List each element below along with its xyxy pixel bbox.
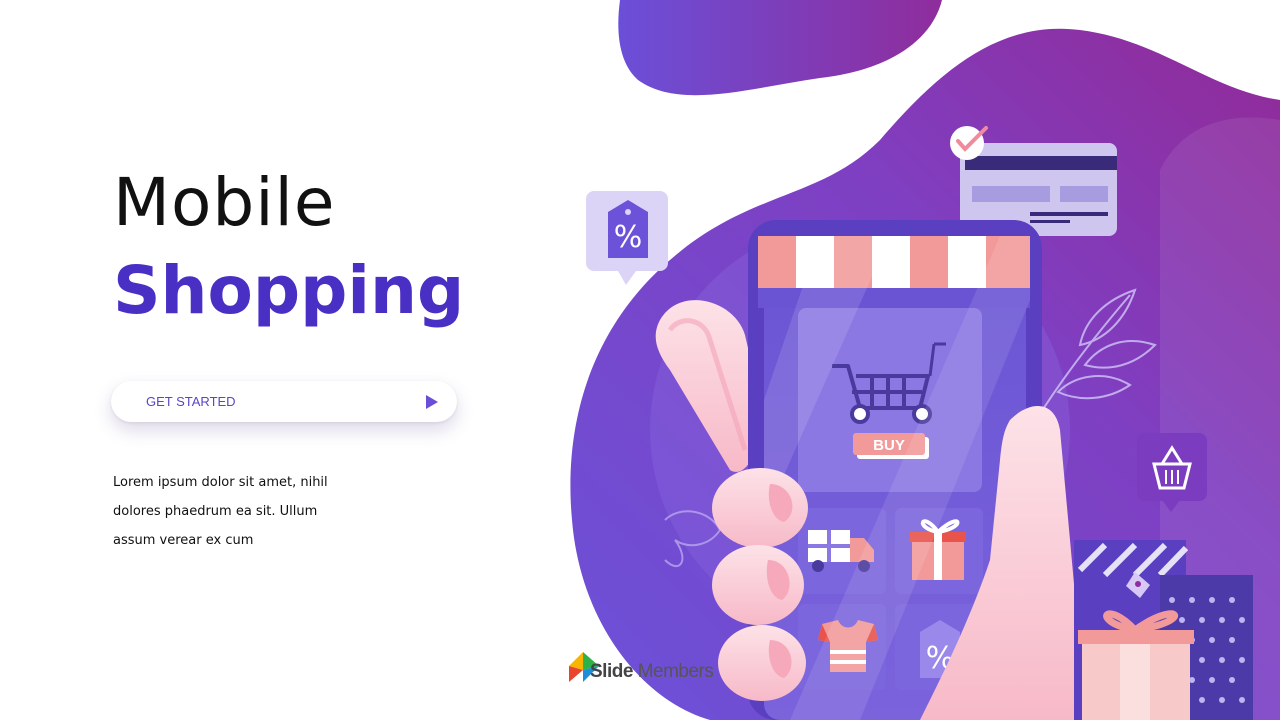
shopping-basket-bubble-icon — [1137, 433, 1207, 512]
svg-text:%: % — [614, 220, 643, 255]
get-started-button[interactable]: GET STARTED — [111, 381, 457, 422]
left-fingers-shape — [712, 468, 808, 701]
title-line-2: Shopping — [113, 252, 465, 329]
mobile-shopping-illustration: % BUY % — [570, 0, 1280, 720]
brand-name: Slide Members — [590, 661, 714, 683]
title-line-1: Mobile — [113, 164, 336, 241]
discount-tag-bubble-icon: % — [586, 191, 668, 285]
brand-name-bold: Slide — [590, 661, 633, 682]
get-started-label: GET STARTED — [146, 394, 236, 409]
play-arrow-icon — [426, 395, 438, 409]
brand-name-regular: Members — [637, 661, 714, 682]
description-text: Lorem ipsum dolor sit amet, nihil dolore… — [113, 475, 328, 548]
buy-button-label: BUY — [873, 437, 905, 454]
top-blob-shape — [618, 0, 942, 96]
